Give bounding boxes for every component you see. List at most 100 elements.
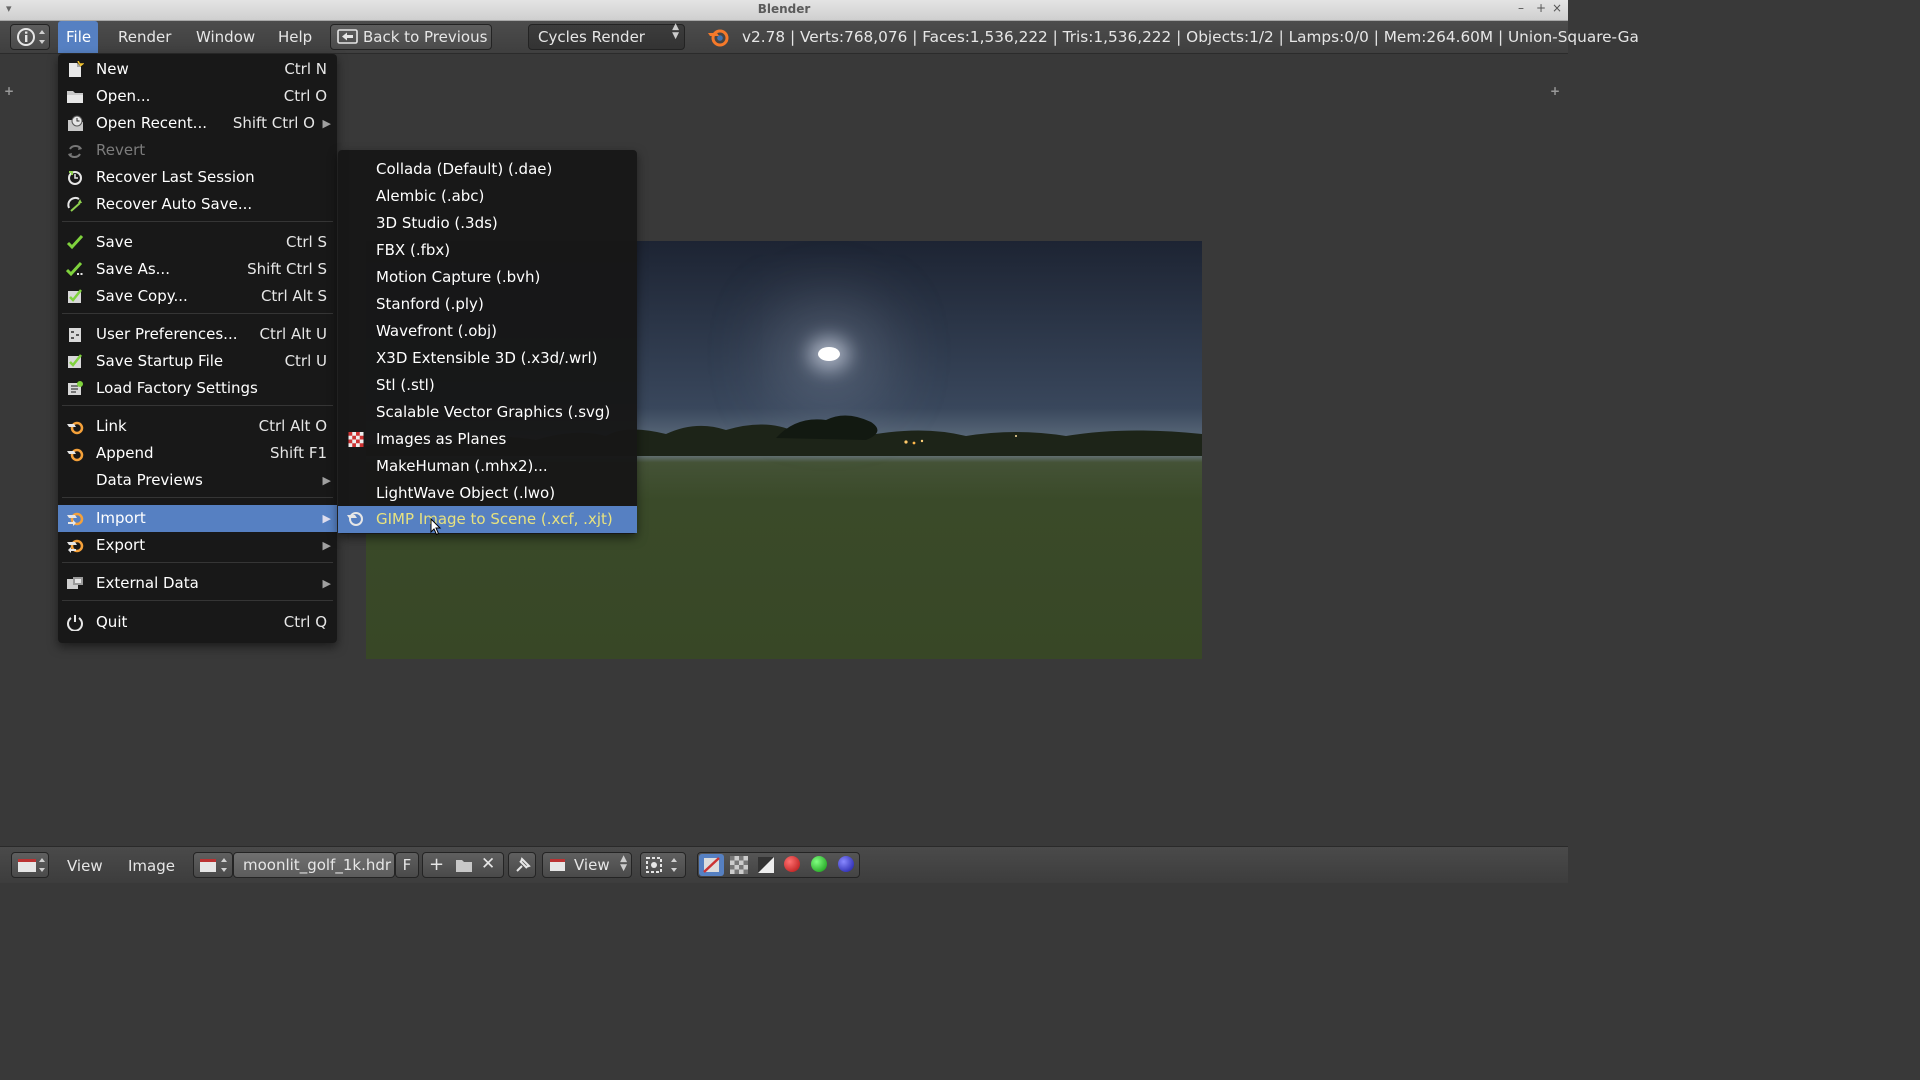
menu-item-save-startup-file[interactable]: Save Startup File Ctrl U <box>58 348 337 375</box>
menu-item-save[interactable]: Save Ctrl S <box>58 229 337 256</box>
recover-icon <box>68 171 82 185</box>
info-icon <box>17 28 45 46</box>
minimize-icon[interactable]: – <box>1518 1 1524 15</box>
menu-item-data-previews[interactable]: Data Previews ▶ <box>58 467 337 494</box>
menu-item-revert[interactable]: Revert <box>58 137 337 164</box>
import-item-ply[interactable]: Stanford (.ply) <box>338 291 637 318</box>
import-item-3ds[interactable]: 3D Studio (.3ds) <box>338 210 637 237</box>
mouse-cursor-icon <box>430 518 442 536</box>
draw-image-toggle[interactable] <box>699 854 724 876</box>
import-item-obj[interactable]: Wavefront (.obj) <box>338 318 637 345</box>
import-icon <box>67 512 84 526</box>
menu-item-open[interactable]: Open... Ctrl O <box>58 83 337 110</box>
image-editor-icon <box>18 858 45 872</box>
scene-statistics: v2.78 | Verts:768,076 | Faces:1,536,222 … <box>742 28 1639 46</box>
properties-toggle-icon[interactable]: + <box>1550 84 1560 98</box>
menu-item-new[interactable]: New Ctrl N <box>58 56 337 83</box>
render-engine-label: Cycles Render <box>538 28 645 46</box>
new-file-icon <box>69 61 84 77</box>
menu-item-save-copy[interactable]: Save Copy... Ctrl Alt S <box>58 283 337 310</box>
image-browse-icon <box>200 858 227 872</box>
editor-type-selector[interactable] <box>10 24 50 50</box>
blue-channel-icon[interactable] <box>838 856 854 872</box>
open-image-icon[interactable] <box>455 857 473 873</box>
view-mode-label: View <box>574 856 610 874</box>
import-item-svg[interactable]: Scalable Vector Graphics (.svg) <box>338 399 637 426</box>
menu-item-external-data[interactable]: External Data ▶ <box>58 570 337 597</box>
recent-icon <box>68 115 83 131</box>
menu-item-save-as[interactable]: Save As... Shift Ctrl S <box>58 256 337 283</box>
import-item-alembic[interactable]: Alembic (.abc) <box>338 183 637 210</box>
import-item-images-as-planes[interactable]: Images as Planes <box>338 426 637 453</box>
menu-separator <box>62 405 333 406</box>
unlink-image-icon[interactable]: ✕ <box>481 854 495 874</box>
image-actions-group: + ✕ <box>422 852 504 878</box>
view-mode-dropdown[interactable]: View ▲ ▼ <box>542 852 632 878</box>
menu-file[interactable]: File <box>58 21 98 53</box>
menu-item-append[interactable]: Append Shift F1 <box>58 440 337 467</box>
preferences-icon <box>69 328 81 342</box>
view-menu[interactable]: View <box>67 847 103 883</box>
import-item-x3d[interactable]: X3D Extensible 3D (.x3d/.wrl) <box>338 345 637 372</box>
maximize-icon[interactable]: + <box>1536 1 1546 15</box>
back-to-previous-label: Back to Previous <box>363 28 488 46</box>
image-browse-button[interactable] <box>193 852 233 878</box>
menu-separator <box>62 600 333 601</box>
import-item-stl[interactable]: Stl (.stl) <box>338 372 637 399</box>
image-icon <box>703 857 720 873</box>
menu-item-open-recent[interactable]: Open Recent... Shift Ctrl O ▶ <box>58 110 337 137</box>
blender-logo-icon <box>708 29 729 47</box>
editor-type-button[interactable] <box>11 852 49 878</box>
export-icon <box>67 539 84 553</box>
tool-shelf-toggle-icon[interactable]: + <box>4 84 14 98</box>
pin-button[interactable] <box>508 852 536 878</box>
fake-user-button[interactable]: F <box>395 852 419 878</box>
menu-render[interactable]: Render <box>110 21 179 53</box>
submenu-arrow-icon: ▶ <box>322 117 331 130</box>
new-image-icon[interactable]: + <box>429 854 444 875</box>
window-titlebar: ▾ Blender – + × <box>0 0 1568 21</box>
render-engine-dropdown[interactable]: Cycles Render ▲ ▼ <box>528 23 685 50</box>
menu-item-user-preferences[interactable]: User Preferences... Ctrl Alt U <box>58 321 337 348</box>
alpha-checker-icon[interactable] <box>730 856 748 874</box>
close-icon[interactable]: × <box>1552 1 1562 15</box>
recover-auto-icon <box>67 196 82 212</box>
image-menu[interactable]: Image <box>128 847 175 883</box>
revert-icon <box>68 145 82 158</box>
menu-help[interactable]: Help <box>270 21 320 53</box>
import-item-collada[interactable]: Collada (Default) (.dae) <box>338 156 637 183</box>
green-channel-icon[interactable] <box>811 856 827 872</box>
channel-display-group <box>697 852 860 878</box>
menu-item-quit[interactable]: Quit Ctrl Q <box>58 609 337 636</box>
import-item-gimp[interactable]: GIMP Image to Scene (.xcf, .xjt) <box>338 506 637 533</box>
window-title: Blender <box>757 2 811 16</box>
info-header: File Render Window Help Back to Previous… <box>0 21 1639 54</box>
save-startup-icon <box>68 354 82 368</box>
import-item-lightwave[interactable]: LightWave Object (.lwo) <box>338 480 637 507</box>
moon <box>818 347 840 361</box>
menu-item-link[interactable]: Link Ctrl Alt O <box>58 413 337 440</box>
view-mode-icon <box>550 859 565 871</box>
menu-separator <box>62 313 333 314</box>
menu-item-export[interactable]: Export ▶ <box>58 532 337 559</box>
import-item-bvh[interactable]: Motion Capture (.bvh) <box>338 264 637 291</box>
image-name-field[interactable]: moonlit_golf_1k.hdr <box>233 852 395 878</box>
power-icon <box>67 615 83 631</box>
back-to-previous-button[interactable]: Back to Previous <box>330 24 492 50</box>
import-item-fbx[interactable]: FBX (.fbx) <box>338 237 637 264</box>
checker-icon <box>348 432 364 447</box>
menu-window[interactable]: Window <box>188 21 263 53</box>
image-name-label: moonlit_golf_1k.hdr <box>243 856 392 874</box>
import-item-makehuman[interactable]: MakeHuman (.mhx2)... <box>338 453 637 480</box>
pivot-dropdown[interactable] <box>640 852 686 878</box>
menu-item-recover-auto-save[interactable]: Recover Auto Save... <box>58 191 337 218</box>
pin-icon <box>516 857 531 872</box>
red-channel-icon[interactable] <box>784 856 800 872</box>
save-copy-icon <box>68 289 82 303</box>
dropdown-arrows-icon: ▲ ▼ <box>620 854 627 873</box>
external-data-icon <box>67 577 83 589</box>
menu-item-import[interactable]: Import ▶ <box>58 505 337 532</box>
menu-item-load-factory-settings[interactable]: Load Factory Settings <box>58 375 337 402</box>
menu-item-recover-last-session[interactable]: Recover Last Session <box>58 164 337 191</box>
z-buffer-icon[interactable] <box>757 856 775 874</box>
